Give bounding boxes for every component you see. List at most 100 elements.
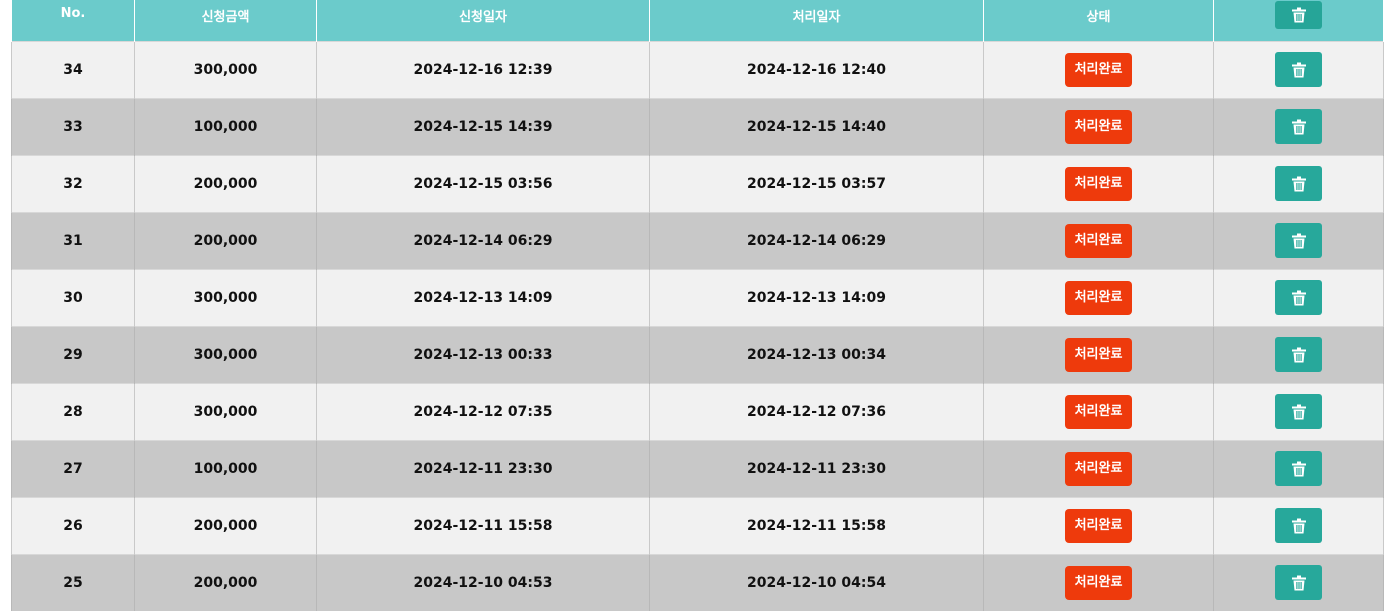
cell-no: 26 xyxy=(11,496,135,554)
cell-amount: 100,000 xyxy=(134,439,317,497)
cell-amount: 300,000 xyxy=(134,325,317,383)
trash-icon xyxy=(1291,404,1306,419)
cell-processed-date: 2024-12-16 12:40 xyxy=(649,40,984,98)
cell-amount: 300,000 xyxy=(134,268,317,326)
delete-row-button[interactable] xyxy=(1275,451,1322,486)
cell-requested-date: 2024-12-11 15:58 xyxy=(316,496,650,554)
status-badge: 처리완료 xyxy=(1064,280,1133,315)
cell-status: 처리완료 xyxy=(983,439,1214,497)
header-amount: 신청금액 xyxy=(134,0,317,41)
status-badge: 처리완료 xyxy=(1064,337,1133,372)
cell-delete xyxy=(1213,439,1384,497)
header-processed-date: 처리일자 xyxy=(649,0,984,41)
cell-status: 처리완료 xyxy=(983,154,1214,212)
cell-processed-date: 2024-12-14 06:29 xyxy=(649,211,984,269)
cell-requested-date: 2024-12-12 07:35 xyxy=(316,382,650,440)
cell-delete xyxy=(1213,211,1384,269)
cell-requested-date: 2024-12-16 12:39 xyxy=(316,40,650,98)
trash-icon xyxy=(1291,233,1306,248)
cell-amount: 100,000 xyxy=(134,97,317,155)
cell-processed-date: 2024-12-10 04:54 xyxy=(649,553,984,611)
status-badge: 처리완료 xyxy=(1064,394,1133,429)
delete-row-button[interactable] xyxy=(1275,565,1322,601)
cell-processed-date: 2024-12-15 03:57 xyxy=(649,154,984,212)
cell-requested-date: 2024-12-13 00:33 xyxy=(316,325,650,383)
cell-no: 30 xyxy=(11,268,135,326)
cell-processed-date: 2024-12-12 07:36 xyxy=(649,382,984,440)
cell-amount: 200,000 xyxy=(134,553,317,611)
cell-processed-date: 2024-12-13 00:34 xyxy=(649,325,984,383)
cell-no: 29 xyxy=(11,325,135,383)
header-status: 상태 xyxy=(983,0,1214,41)
cell-delete xyxy=(1213,154,1384,212)
delete-row-button[interactable] xyxy=(1275,394,1322,429)
cell-status: 처리완료 xyxy=(983,325,1214,383)
status-badge: 처리완료 xyxy=(1064,565,1133,600)
withdrawal-history-table: No. 신청금액 신청일자 처리일자 상태 34 300,000 2024-12… xyxy=(11,0,1384,611)
trash-icon xyxy=(1291,7,1306,23)
cell-amount: 300,000 xyxy=(134,40,317,98)
table-row: 33 100,000 2024-12-15 14:39 2024-12-15 14:4… xyxy=(11,97,1384,155)
delete-row-button[interactable] xyxy=(1275,223,1322,258)
cell-requested-date: 2024-12-13 14:09 xyxy=(316,268,650,326)
cell-requested-date: 2024-12-14 06:29 xyxy=(316,211,650,269)
table-row: 30 300,000 2024-12-13 14:09 2024-12-13 14:0… xyxy=(11,268,1384,326)
cell-status: 처리완료 xyxy=(983,268,1214,326)
delete-row-button[interactable] xyxy=(1275,52,1322,87)
cell-processed-date: 2024-12-13 14:09 xyxy=(649,268,984,326)
table-row: 32 200,000 2024-12-15 03:56 2024-12-15 03:5… xyxy=(11,154,1384,212)
cell-amount: 200,000 xyxy=(134,496,317,554)
cell-amount: 200,000 xyxy=(134,154,317,212)
status-badge: 처리완료 xyxy=(1064,508,1133,543)
delete-row-button[interactable] xyxy=(1275,337,1322,372)
status-badge: 처리완료 xyxy=(1064,166,1133,201)
status-badge: 처리완료 xyxy=(1064,109,1133,144)
delete-row-button[interactable] xyxy=(1275,109,1322,144)
cell-requested-date: 2024-12-15 14:39 xyxy=(316,97,650,155)
cell-processed-date: 2024-12-11 15:58 xyxy=(649,496,984,554)
trash-icon xyxy=(1291,62,1306,77)
cell-no: 28 xyxy=(11,382,135,440)
header-delete xyxy=(1213,0,1384,41)
cell-delete xyxy=(1213,268,1384,326)
table-row: 31 200,000 2024-12-14 06:29 2024-12-14 06:2… xyxy=(11,211,1384,269)
header-requested-date: 신청일자 xyxy=(316,0,650,41)
cell-status: 처리완료 xyxy=(983,496,1214,554)
delete-row-button[interactable] xyxy=(1275,280,1322,315)
trash-icon xyxy=(1291,119,1306,134)
cell-no: 33 xyxy=(11,97,135,155)
delete-row-button[interactable] xyxy=(1275,508,1322,543)
trash-icon xyxy=(1291,290,1306,305)
cell-no: 34 xyxy=(11,40,135,98)
cell-requested-date: 2024-12-11 23:30 xyxy=(316,439,650,497)
delete-row-button[interactable] xyxy=(1275,166,1322,201)
cell-delete xyxy=(1213,382,1384,440)
delete-all-button[interactable] xyxy=(1275,1,1322,29)
cell-amount: 200,000 xyxy=(134,211,317,269)
table-row: 34 300,000 2024-12-16 12:39 2024-12-16 12:4… xyxy=(11,40,1384,98)
table-row: 29 300,000 2024-12-13 00:33 2024-12-13 00:3… xyxy=(11,325,1384,383)
cell-status: 처리완료 xyxy=(983,40,1214,98)
trash-icon xyxy=(1291,461,1306,476)
table-row: 28 300,000 2024-12-12 07:35 2024-12-12 07:3… xyxy=(11,382,1384,440)
cell-no: 25 xyxy=(11,553,135,611)
table-row: 26 200,000 2024-12-11 15:58 2024-12-11 15:5… xyxy=(11,496,1384,554)
cell-status: 처리완료 xyxy=(983,97,1214,155)
header-no: No. xyxy=(11,0,135,41)
cell-delete xyxy=(1213,40,1384,98)
cell-delete xyxy=(1213,553,1384,611)
cell-amount: 300,000 xyxy=(134,382,317,440)
table-header-row: No. 신청금액 신청일자 처리일자 상태 xyxy=(11,0,1384,41)
cell-no: 32 xyxy=(11,154,135,212)
cell-delete xyxy=(1213,496,1384,554)
trash-icon xyxy=(1291,518,1306,533)
cell-status: 처리완료 xyxy=(983,211,1214,269)
cell-status: 처리완료 xyxy=(983,553,1214,611)
table-row: 25 200,000 2024-12-10 04:53 2024-12-10 04:5… xyxy=(11,553,1384,611)
cell-delete xyxy=(1213,325,1384,383)
cell-processed-date: 2024-12-15 14:40 xyxy=(649,97,984,155)
table-row: 27 100,000 2024-12-11 23:30 2024-12-11 23:3… xyxy=(11,439,1384,497)
cell-requested-date: 2024-12-15 03:56 xyxy=(316,154,650,212)
trash-icon xyxy=(1291,347,1306,362)
status-badge: 처리완료 xyxy=(1064,52,1133,87)
